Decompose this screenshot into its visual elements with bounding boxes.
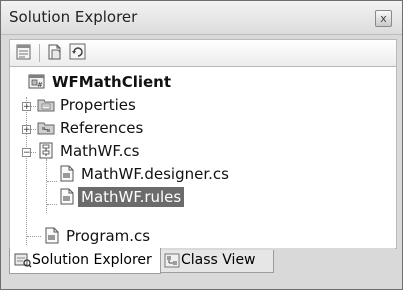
tree-item-label: MathWF.cs: [60, 142, 140, 160]
show-all-files-icon: [48, 44, 61, 60]
svg-text:#: #: [37, 81, 43, 89]
tree-item-label: MathWF.designer.cs: [81, 165, 229, 183]
tree-item-label: Properties: [60, 96, 136, 114]
tree-item-label: Program.cs: [66, 227, 151, 245]
tab-solution-explorer[interactable]: Solution Explorer: [9, 248, 161, 274]
tab-class-view[interactable]: Class View: [160, 250, 274, 273]
tree-item-program-cs[interactable]: Program.cs: [10, 225, 390, 247]
window-title: Solution Explorer: [9, 8, 138, 26]
properties-icon: [16, 44, 31, 60]
close-icon: x: [380, 12, 387, 25]
tree-item-references[interactable]: + References: [10, 117, 390, 139]
properties-folder-icon: [37, 99, 55, 112]
tab-label: Solution Explorer: [32, 252, 152, 268]
expand-toggle[interactable]: +: [22, 125, 31, 135]
toolbar-separator: [39, 44, 40, 62]
references-folder-icon: [37, 122, 55, 135]
refresh-icon: [69, 43, 86, 60]
rules-file-icon: [60, 188, 74, 205]
tree-item-project[interactable]: # WFMathClient: [10, 71, 390, 93]
tree-item-label: WFMathClient: [52, 73, 172, 91]
tab-label: Class View: [181, 252, 256, 268]
close-button[interactable]: x: [375, 10, 392, 27]
class-view-icon: [164, 253, 180, 268]
refresh-button[interactable]: [68, 43, 88, 61]
tab-bar: Solution Explorer Class View: [9, 248, 395, 280]
tree-item-mathwf-cs[interactable]: − MathWF.cs: [10, 140, 390, 162]
solution-explorer-icon: [14, 253, 32, 268]
tree-item-mathwf-designer-cs[interactable]: MathWF.designer.cs: [10, 163, 390, 185]
code-file-icon: [45, 227, 59, 244]
workflow-file-icon: [39, 142, 53, 159]
tree-item-label: References: [60, 119, 144, 137]
collapse-toggle[interactable]: −: [22, 148, 31, 158]
expand-toggle[interactable]: +: [22, 102, 31, 112]
show-all-files-button[interactable]: [45, 43, 65, 61]
csharp-project-icon: #: [28, 74, 45, 89]
solution-explorer-window: Solution Explorer x # WFMathClient + Pro…: [0, 0, 403, 290]
tree-item-mathwf-rules[interactable]: MathWF.rules: [10, 186, 390, 208]
solution-tree: # WFMathClient + Properties + References: [9, 67, 397, 249]
tree-item-properties[interactable]: + Properties: [10, 94, 390, 116]
title-bar[interactable]: Solution Explorer x: [1, 1, 402, 35]
code-file-icon: [60, 165, 74, 182]
toolbar: [9, 39, 397, 67]
properties-button[interactable]: [14, 43, 34, 61]
tree-item-label: MathWF.rules: [78, 187, 185, 207]
